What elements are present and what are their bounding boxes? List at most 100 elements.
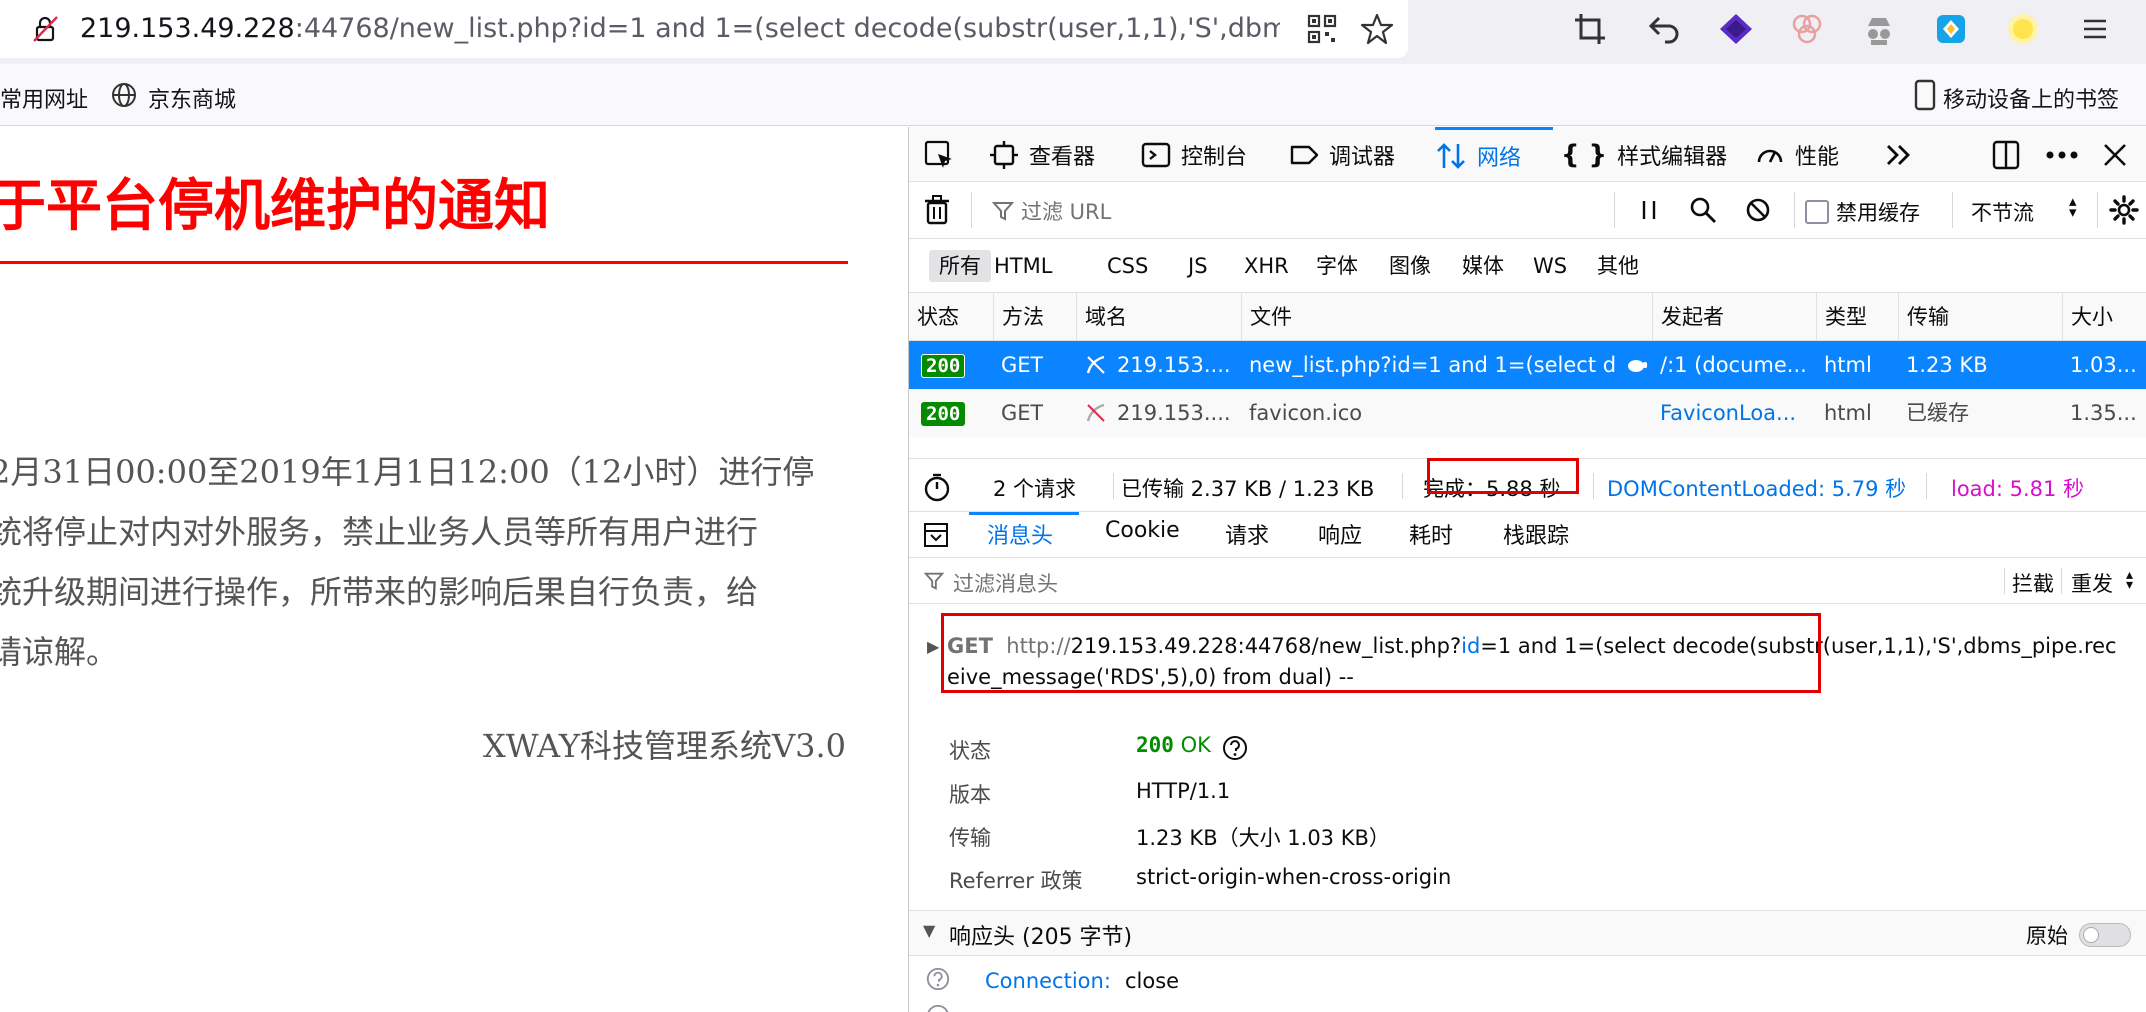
settings-gear-icon[interactable]: [2109, 195, 2139, 225]
extension-layers-icon[interactable]: [1717, 10, 1755, 48]
url-host: 219.153.49.228: [80, 13, 295, 44]
toggle-sidebar-icon[interactable]: [923, 522, 949, 548]
extension-circles-icon[interactable]: [1788, 10, 1826, 48]
qr-code-icon[interactable]: [1305, 12, 1339, 46]
url-filter-input[interactable]: 过滤 URL: [991, 196, 1111, 226]
table-row-selected[interactable]: 200 GET 219.153.... new_list.php?id=1 an…: [909, 341, 2146, 389]
column-header-transfer[interactable]: 传输: [1898, 293, 1949, 341]
extension-yellow-circle-icon[interactable]: [2004, 10, 2042, 48]
row-size: 1.35...: [2070, 401, 2137, 425]
raw-toggle-switch[interactable]: [2079, 923, 2131, 947]
column-header-domain[interactable]: 域名: [1076, 293, 1127, 341]
filter-ws[interactable]: WS: [1523, 250, 1577, 282]
dock-toggle-icon[interactable]: [1991, 139, 2021, 171]
throttle-select[interactable]: 不节流: [1971, 197, 2034, 227]
filter-html[interactable]: HTML: [984, 250, 1062, 282]
tab-network[interactable]: 网络: [1435, 127, 1553, 182]
toolbar-separator: [1614, 192, 1615, 228]
title-divider: [0, 261, 848, 264]
resend-updown-icon[interactable]: ▴ ▾: [2126, 568, 2133, 592]
detail-tab-headers[interactable]: 消息头: [987, 518, 1053, 550]
search-icon[interactable]: [1689, 196, 1717, 224]
stopwatch-icon: [924, 473, 950, 502]
filter-css[interactable]: CSS: [1097, 250, 1158, 282]
bookmark-star-icon[interactable]: [1360, 12, 1394, 46]
column-header-initiator[interactable]: 发起者: [1652, 293, 1724, 341]
column-header-size[interactable]: 大小: [2062, 293, 2113, 341]
detail-tab-timings[interactable]: 耗时: [1409, 518, 1453, 550]
detail-tab-response[interactable]: 响应: [1318, 518, 1362, 550]
row-type: html: [1824, 401, 1872, 425]
resend-button[interactable]: 重发: [2071, 568, 2113, 598]
toolbar-separator: [1952, 192, 1953, 228]
braces-icon: { }: [1561, 139, 1608, 170]
gauge-icon: [1757, 149, 1783, 163]
help-question-icon[interactable]: [925, 966, 951, 992]
trash-icon[interactable]: [923, 194, 951, 226]
bookmark-mobile[interactable]: 移动设备上的书签: [1943, 82, 2119, 114]
close-devtools-icon[interactable]: [2101, 141, 2129, 169]
column-header-type[interactable]: 类型: [1816, 293, 1867, 341]
tab-debugger[interactable]: 调试器: [1289, 127, 1395, 182]
filter-other[interactable]: 其他: [1587, 250, 1649, 282]
tab-inspector[interactable]: 查看器: [989, 127, 1095, 182]
insecure-lock-icon[interactable]: [30, 14, 60, 44]
bookmark-jd[interactable]: 京东商城: [148, 82, 236, 114]
extension-blue-diamond-icon[interactable]: [1932, 10, 1970, 48]
response-headers-section[interactable]: ▼ 响应头 (205 字节) 原始: [909, 910, 2146, 956]
table-row[interactable]: 200 GET 219.153.... favicon.ico FaviconL…: [909, 389, 2146, 437]
help-question-icon[interactable]: [925, 1003, 951, 1012]
tab-performance[interactable]: 性能: [1755, 127, 1839, 182]
url-bar[interactable]: 219.153.49.228:44768/new_list.php?id=1 a…: [0, 0, 1408, 58]
bookmark-common-sites[interactable]: 常用网址: [0, 82, 88, 114]
raw-toggle-label: 原始: [2026, 924, 2068, 948]
notice-signature: XWAY科技管理系统V3.0: [482, 727, 846, 765]
tab-console[interactable]: 控制台: [1141, 127, 1247, 182]
detail-tab-stack-trace[interactable]: 栈跟踪: [1503, 518, 1569, 550]
column-header-status[interactable]: 状态: [909, 293, 959, 341]
tab-style-editor[interactable]: { } 样式编辑器: [1561, 127, 1727, 182]
detail-version-label: 版本: [949, 783, 991, 807]
url-text[interactable]: 219.153.49.228:44768/new_list.php?id=1 a…: [80, 13, 1280, 44]
filter-js[interactable]: JS: [1178, 250, 1218, 282]
collapse-triangle-icon[interactable]: ▼: [923, 921, 935, 940]
filter-media[interactable]: 媒体: [1452, 250, 1514, 282]
block-icon[interactable]: [1744, 196, 1772, 224]
filter-fonts[interactable]: 字体: [1306, 250, 1368, 282]
headers-filter-input[interactable]: 过滤消息头: [953, 568, 1058, 598]
pause-icon[interactable]: [1637, 196, 1661, 224]
tab-debugger-label: 调试器: [1329, 144, 1396, 170]
disable-cache-checkbox[interactable]: [1805, 200, 1829, 224]
row-initiator[interactable]: FaviconLoa...: [1652, 389, 1812, 437]
throttle-updown-icon[interactable]: ▴ ▾: [2069, 194, 2077, 220]
hamburger-menu-icon[interactable]: [2076, 10, 2114, 48]
more-tabs-chevron-icon[interactable]: [1884, 141, 1914, 169]
filter-images[interactable]: 图像: [1379, 250, 1441, 282]
help-question-icon[interactable]: [1221, 734, 1249, 762]
bookmarks-toolbar: 常用网址 京东商城 移动设备上的书签: [0, 64, 2146, 126]
expand-triangle-icon[interactable]: ▶: [927, 637, 939, 656]
web-page: 于平台停机维护的通知 2月31日00:00至2019年1月1日12:00（12小…: [0, 127, 908, 1012]
filter-xhr[interactable]: XHR: [1234, 250, 1299, 282]
tracking-crossed-icon: [1076, 341, 1106, 389]
tracking-crossed-icon: [1076, 389, 1106, 437]
extension-spy-icon[interactable]: [1860, 10, 1898, 48]
back-arrow-icon[interactable]: [1645, 10, 1683, 48]
url-filter-placeholder: 过滤 URL: [1021, 200, 1112, 224]
devtools-tab-bar: 查看器 控制台 调试器 网络 { } 样式编辑器 性能: [909, 127, 2146, 182]
filter-all[interactable]: 所有: [929, 250, 991, 282]
column-header-method[interactable]: 方法: [993, 293, 1044, 341]
summary-domcontentloaded: DOMContentLoaded: 5.79 秒: [1607, 477, 1907, 501]
status-badge: 200: [921, 354, 966, 378]
block-button[interactable]: 拦截: [2012, 568, 2054, 598]
screenshot-crop-icon[interactable]: [1571, 10, 1609, 48]
detail-version-value: HTTP/1.1: [1136, 779, 1231, 803]
element-picker-icon[interactable]: [923, 139, 955, 171]
notice-paragraph-line: 2月31日00:00至2019年1月1日12:00（12小时）进行停: [0, 453, 815, 491]
active-tab-indicator: [969, 512, 1079, 515]
notice-paragraph-line: 请谅解。: [0, 633, 119, 671]
column-header-file[interactable]: 文件: [1241, 293, 1292, 341]
more-options-icon[interactable]: [2044, 149, 2080, 161]
detail-tab-request[interactable]: 请求: [1225, 518, 1269, 550]
detail-tab-cookie[interactable]: Cookie: [1105, 518, 1180, 543]
